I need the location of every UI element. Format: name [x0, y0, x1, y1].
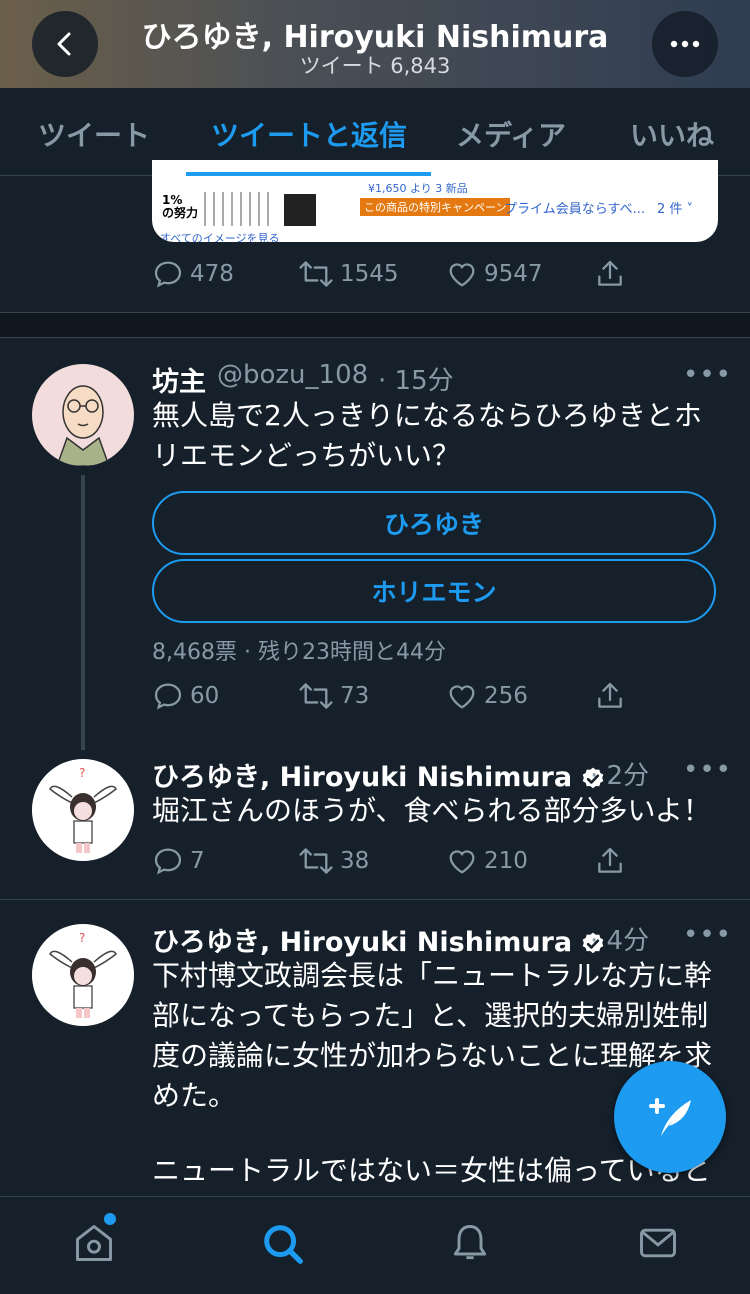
divider [0, 337, 750, 338]
tweet-more-button[interactable]: ••• [683, 755, 732, 785]
nav-messages[interactable] [636, 1221, 680, 1269]
tweet-handle[interactable]: @bozu_108 [217, 360, 368, 390]
like-count: 210 [484, 848, 528, 874]
tweet-author-name[interactable]: 坊主 [152, 360, 206, 399]
tweet-author-name[interactable]: ひろゆき, Hiroyuki Nishimura [152, 920, 606, 959]
tab-media[interactable]: メディア [456, 114, 566, 154]
reply-count: 7 [190, 848, 205, 874]
heart-icon [449, 263, 475, 287]
poll-option-hiroyuki[interactable]: ひろゆき [152, 491, 716, 555]
tweet-more-button[interactable]: ••• [683, 360, 732, 390]
avatar-monk-image [56, 385, 110, 466]
like-count: 9547 [484, 261, 543, 287]
compose-feather-icon [649, 1098, 691, 1136]
card-book-image [284, 194, 316, 226]
retweet-count: 73 [340, 683, 370, 709]
retweet-icon [299, 848, 333, 874]
share-icon [598, 260, 622, 286]
card-prime-text: プライム会員ならすべ... [504, 202, 645, 217]
share-button[interactable] [594, 845, 632, 877]
reply-button[interactable]: 60 [152, 680, 219, 712]
home-icon [76, 1225, 112, 1261]
card-text-block [204, 192, 274, 226]
bottom-navigation [0, 1196, 750, 1294]
reply-count: 60 [190, 683, 220, 709]
tweet-time: · 2分 [590, 761, 650, 791]
divider [0, 899, 750, 900]
svg-text:?: ? [79, 766, 85, 780]
more-horizontal-icon [670, 40, 700, 48]
reply-button[interactable]: 7 [152, 845, 205, 877]
share-icon [598, 847, 622, 873]
retweet-count: 38 [340, 848, 370, 874]
like-button[interactable]: 210 [446, 845, 528, 877]
nav-home[interactable] [72, 1221, 116, 1269]
retweet-button[interactable]: 38 [298, 845, 369, 877]
card-price: ¥1,650 より 3 新品 [368, 182, 468, 195]
tab-tweets-replies[interactable]: ツイートと返信 [211, 114, 407, 154]
bell-icon [453, 1225, 487, 1260]
card-book-title: 1% の努力 [162, 193, 199, 220]
heart-icon [449, 685, 475, 709]
like-count: 256 [484, 683, 528, 709]
card-promo-badge: この商品の特別キャンペーン [360, 198, 511, 216]
avatar-hiroyuki[interactable]: ? [32, 924, 134, 1026]
avatar-bunny-image: ? [32, 759, 134, 861]
retweet-icon [299, 261, 333, 287]
author-name-text: ひろゆき, Hiroyuki Nishimura [152, 762, 573, 793]
retweet-button[interactable]: 1545 [298, 258, 399, 290]
tweet-time: · 15分 [378, 366, 454, 396]
share-button[interactable] [594, 680, 632, 712]
nav-search[interactable] [260, 1221, 306, 1271]
reply-count: 478 [190, 261, 234, 287]
retweet-button[interactable]: 73 [298, 680, 369, 712]
tweet-time: · 4分 [590, 926, 650, 956]
retweet-icon [299, 683, 333, 709]
like-button[interactable]: 256 [446, 680, 528, 712]
card-count: 2 件 ˅ [657, 202, 694, 217]
avatar-bozu[interactable] [32, 364, 134, 466]
retweet-count: 1545 [340, 261, 399, 287]
svg-text:?: ? [79, 931, 85, 945]
poll-option-horiemon[interactable]: ホリエモン [152, 559, 716, 623]
active-tab-indicator [186, 172, 431, 176]
author-name-text: ひろゆき, Hiroyuki Nishimura [152, 927, 573, 958]
share-button[interactable] [594, 258, 632, 290]
more-options-button[interactable] [652, 11, 718, 77]
tab-likes[interactable]: いいね [630, 114, 714, 154]
tweet-more-button[interactable]: ••• [683, 920, 732, 950]
avatar-bunny-image: ? [32, 924, 134, 1026]
card-see-all-link[interactable]: すべてのイメージを見る [160, 230, 280, 242]
like-button[interactable]: 9547 [446, 258, 543, 290]
nav-notifications[interactable] [448, 1221, 492, 1269]
reply-icon [154, 848, 182, 875]
reply-icon [154, 261, 182, 288]
mail-icon [640, 1228, 676, 1258]
compose-tweet-button[interactable] [614, 1061, 726, 1173]
poll-meta: 8,468票 · 残り23時間と44分 [152, 640, 446, 665]
tweet-text: 堀江さんのほうが、食べられる部分多いよ！ [152, 794, 711, 827]
tweet-text: 無人島で2人っきりになるならひろゆきとホリエモンどっちがいい？ [152, 399, 702, 472]
search-icon [264, 1225, 303, 1264]
reply-button[interactable]: 478 [152, 258, 234, 290]
tweet-author-name[interactable]: ひろゆき, Hiroyuki Nishimura [152, 755, 606, 794]
section-gap [0, 313, 750, 337]
header-tweet-count: ツイート 6,843 [299, 54, 451, 78]
profile-header: ひろゆき, Hiroyuki Nishimura ツイート 6,843 [0, 0, 750, 88]
tab-tweets[interactable]: ツイート [38, 114, 150, 154]
share-icon [598, 682, 622, 708]
avatar-hiroyuki[interactable]: ? [32, 759, 134, 861]
thread-connector [81, 475, 85, 750]
heart-icon [449, 850, 475, 874]
new-content-dot [104, 1213, 116, 1225]
reply-icon [154, 683, 182, 710]
